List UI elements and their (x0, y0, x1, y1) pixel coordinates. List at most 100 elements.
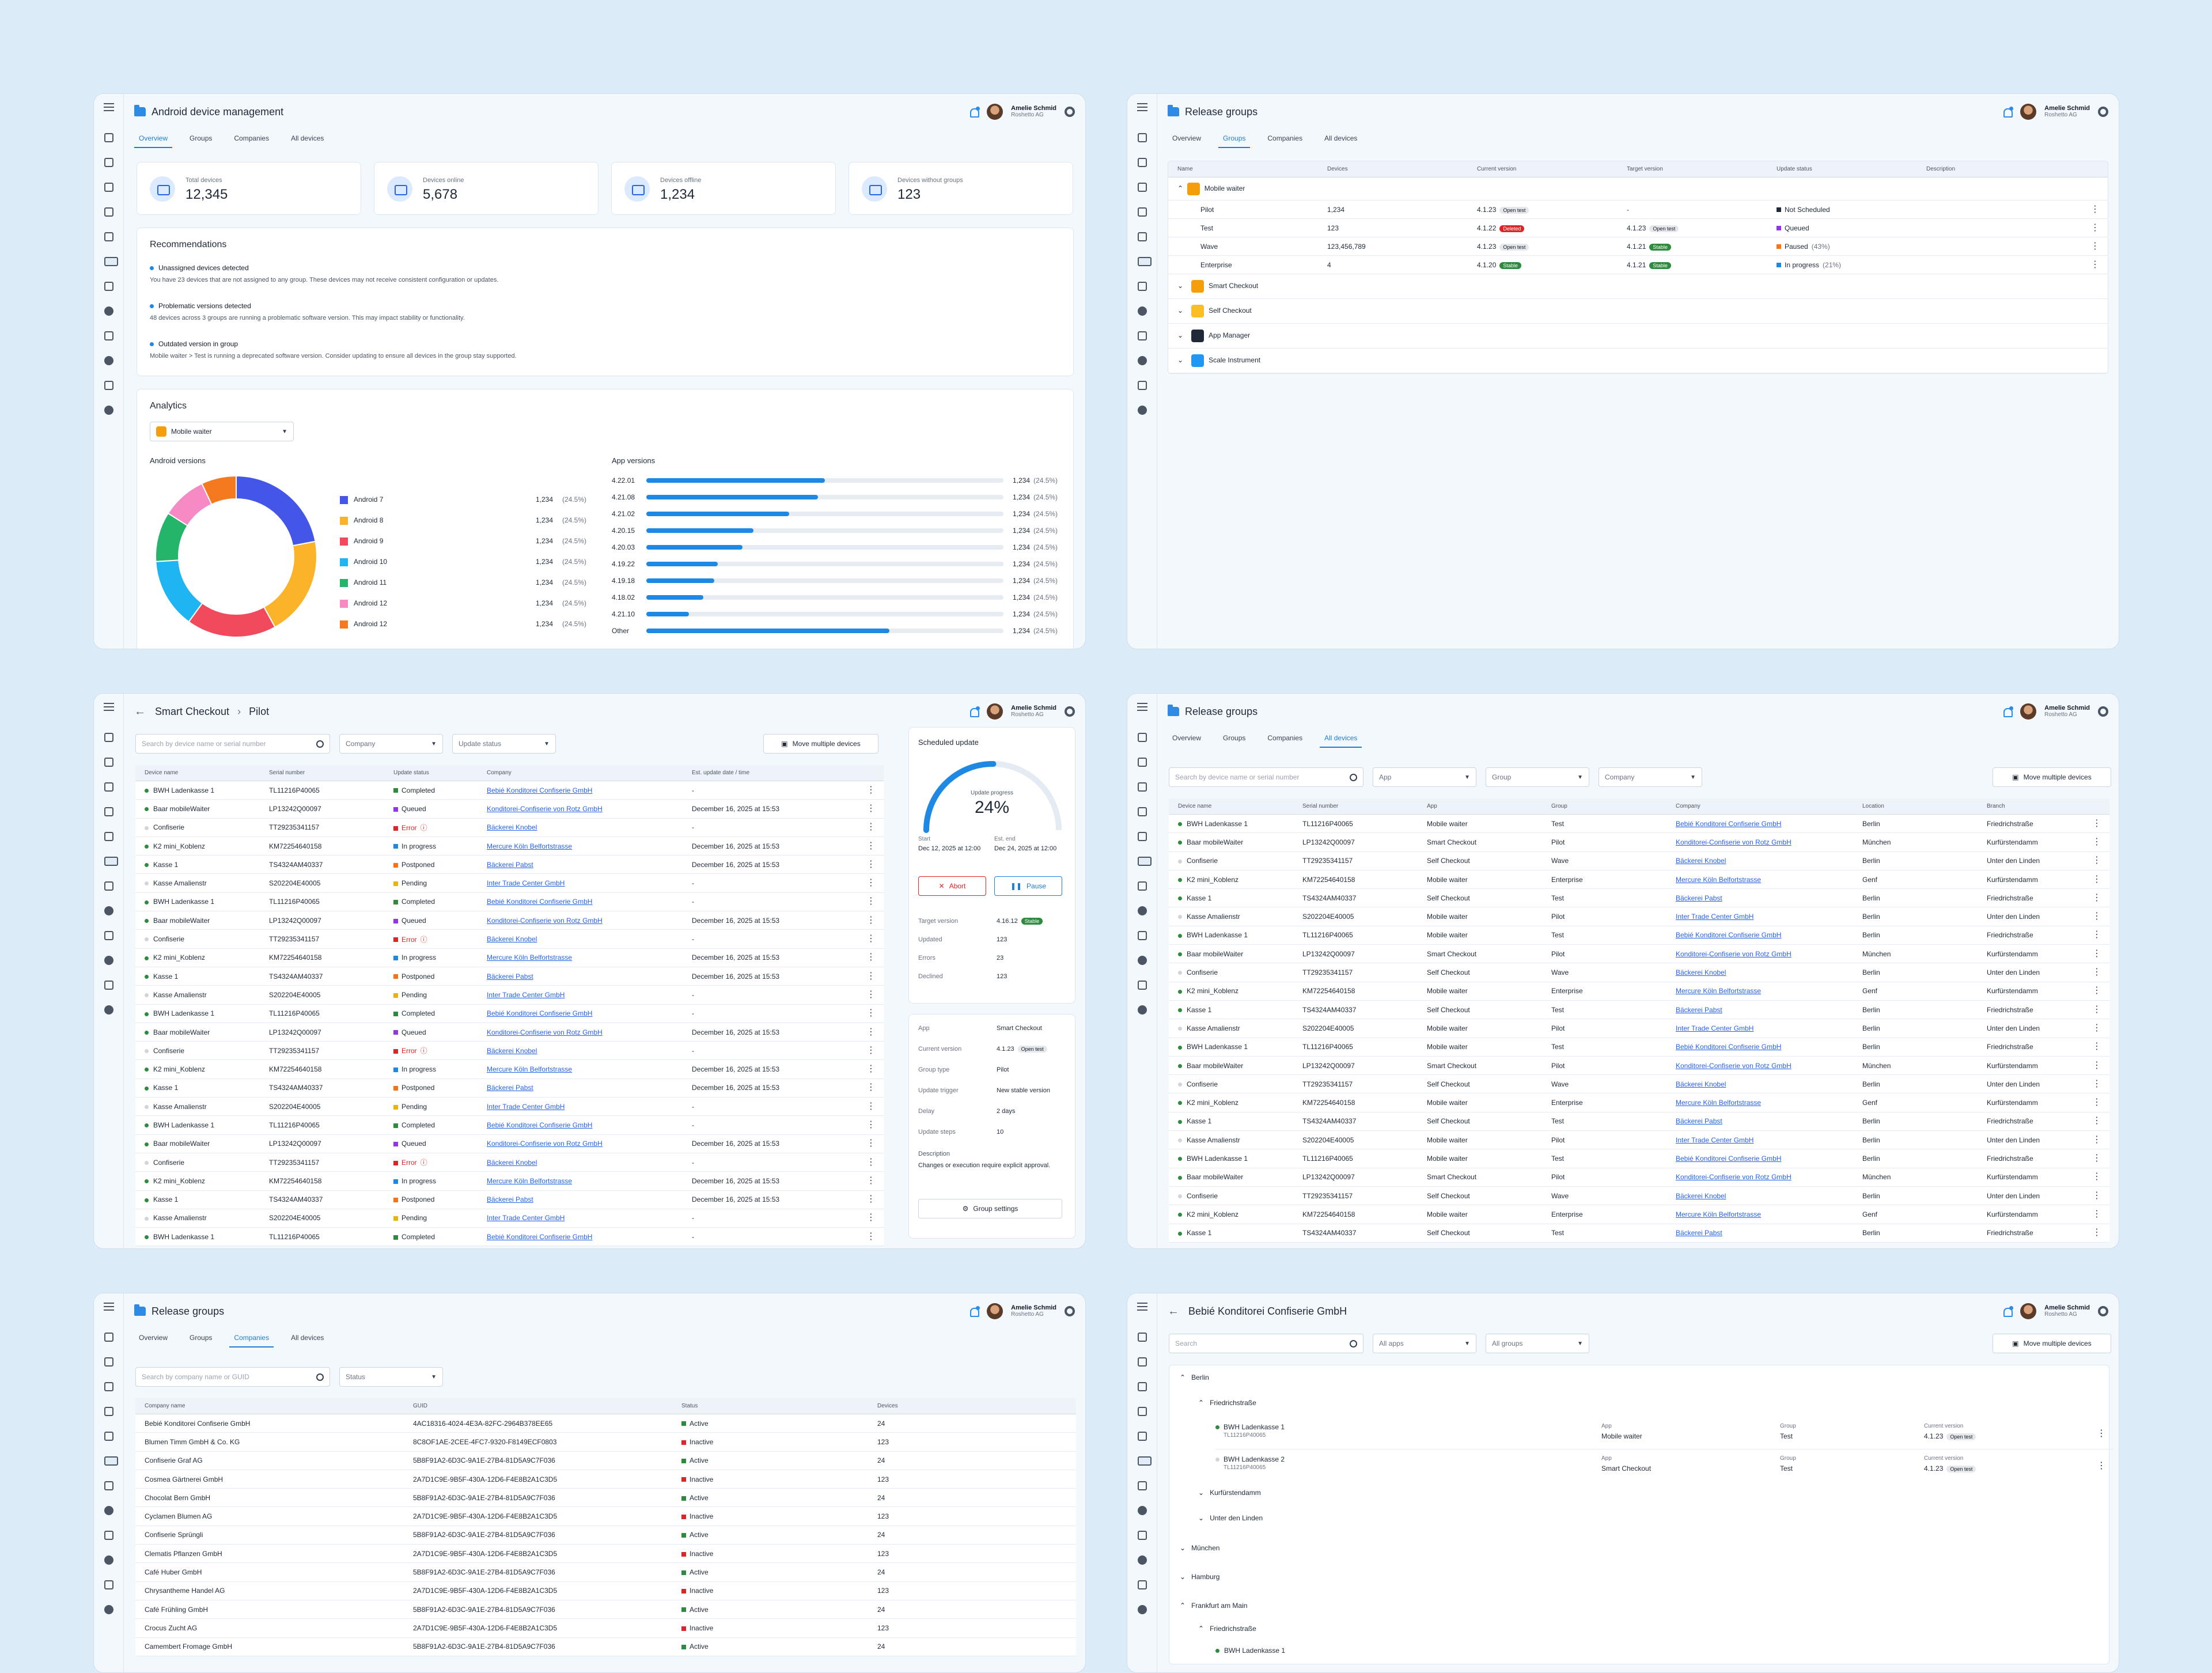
group-row[interactable]: Enterprise 4 4.1.20 Stable 4.1.21 Stable In pr… (1168, 256, 2108, 274)
table-row[interactable]: BWH Ladenkasse 1 TL11216P40065 Completed Be… (135, 892, 884, 912)
kebab-menu-icon[interactable]: ⋮ (866, 1195, 876, 1204)
table-row[interactable]: K2 mini_Koblenz KM72254640158 Mobile waite… (1169, 1205, 2109, 1224)
table-row[interactable]: Confiserie Graf AG 5B8F91A2-6D3C-9A1E-27B… (135, 1451, 1076, 1470)
kebab-menu-icon[interactable]: ⋮ (866, 1213, 876, 1222)
table-row[interactable]: BWH Ladenkasse 1 TL11216P40065 Completed Be… (135, 1116, 884, 1135)
recommendation-item[interactable]: Outdated version in group Mobile waiter >… (150, 340, 517, 359)
clipboard-icon[interactable] (1138, 1531, 1147, 1540)
company-link[interactable]: Bäckerei Pabst (1666, 1229, 1853, 1237)
menu-icon[interactable] (104, 1303, 114, 1311)
table-row[interactable]: Baar mobileWaiter LP13242Q00097 Queued Kond… (135, 800, 884, 819)
company-link[interactable]: Bäckerei Knobel (1666, 968, 1853, 976)
avatar[interactable] (987, 703, 1003, 720)
company-link[interactable]: Bebié Konditorei Confiserie GmbH (1666, 1155, 1853, 1163)
kebab-menu-icon[interactable]: ⋮ (2092, 1042, 2101, 1051)
desktop-icon[interactable] (104, 207, 113, 217)
company-link[interactable]: Konditorei-Confiserie von Rotz GmbH (478, 1028, 683, 1036)
company-filter[interactable]: Company ▼ (339, 734, 443, 754)
alert-icon[interactable] (1138, 906, 1147, 915)
kebab-menu-icon[interactable]: ⋮ (866, 1102, 876, 1111)
list-icon[interactable] (1138, 881, 1147, 891)
avatar[interactable] (987, 104, 1003, 120)
table-row[interactable]: Camembert Fromage GmbH 5B8F91A2-6D3C-9A1E… (135, 1637, 1076, 1656)
group-row-collapsed[interactable]: ⌄ Scale Instrument (1168, 349, 2108, 373)
table-row[interactable]: Confiserie TT29235341157 Error ⓘ Bäckerei Kn… (135, 1153, 884, 1172)
table-row[interactable]: Confiserie TT29235341157 Error ⓘ Bäckerei Kn… (135, 1042, 884, 1061)
company-link[interactable]: Inter Trade Center GmbH (478, 991, 683, 999)
globe-icon[interactable] (1138, 1555, 1147, 1565)
back-arrow-icon[interactable]: ← (1168, 1305, 1179, 1318)
tab-groups[interactable]: Groups (185, 131, 217, 148)
kebab-menu-icon[interactable]: ⋮ (866, 953, 876, 962)
kebab-menu-icon[interactable]: ⋮ (2092, 1228, 2101, 1237)
table-row[interactable]: Kasse 1 TS4324AM40337 Postponed Bäckerei Pa… (135, 1190, 884, 1209)
company-link[interactable]: Bebié Konditorei Confiserie GmbH (1666, 931, 1853, 939)
breadcrumb-group[interactable]: Smart Checkout (155, 706, 229, 718)
tree-street-friedrichstrasse[interactable]: ⌃ Friedrichstraße (1198, 1625, 1256, 1633)
device-search-input[interactable]: Search by device name or serial number (1169, 767, 1363, 787)
company-link[interactable]: Konditorei-Confiserie von Rotz GmbH (1666, 1062, 1853, 1070)
table-row[interactable]: Kasse Amalienstr S202204E40005 Pending Inte… (135, 1097, 884, 1116)
tablet-icon[interactable] (1138, 1432, 1147, 1441)
company-search-input[interactable]: Search by company name or GUID (135, 1367, 330, 1387)
info-icon[interactable] (104, 1005, 113, 1015)
company-link[interactable]: Inter Trade Center GmbH (478, 1103, 683, 1111)
tablet-icon[interactable] (1138, 832, 1147, 841)
company-link[interactable]: Bäckerei Knobel (1666, 1192, 1853, 1200)
table-row[interactable]: Confiserie TT29235341157 Self Checkout Wave… (1169, 1075, 2109, 1094)
search-input[interactable]: Search (1169, 1334, 1363, 1353)
kebab-menu-icon[interactable]: ⋮ (2090, 260, 2100, 269)
monitor-icon[interactable] (1138, 1333, 1147, 1342)
table-row[interactable]: K2 mini_Koblenz KM72254640158 In progress M… (135, 836, 884, 856)
briefcase-icon[interactable] (1138, 158, 1147, 167)
app-select[interactable]: Mobile waiter ▼ (150, 422, 294, 441)
company-link[interactable]: Konditorei-Confiserie von Rotz GmbH (478, 1140, 683, 1148)
group-settings-button[interactable]: ⚙ Group settings (918, 1199, 1062, 1218)
kebab-menu-icon[interactable]: ⋮ (2092, 1209, 2101, 1218)
chart-icon[interactable] (1138, 381, 1147, 390)
table-row[interactable]: BWH Ladenkasse 1 TL11216P40065 Mobile wait… (1169, 815, 2109, 834)
table-row[interactable]: Café Frühling GmbH 5B8F91A2-6D3C-9A1E-27B… (135, 1600, 1076, 1619)
kebab-menu-icon[interactable]: ⋮ (2092, 1023, 2101, 1032)
gear-icon[interactable] (1065, 1306, 1075, 1316)
folder-icon[interactable] (1138, 1456, 1152, 1466)
table-row[interactable]: Kasse 1 TS4324AM40337 Postponed Bäckerei Pa… (135, 856, 884, 875)
table-row[interactable]: Kasse Amalienstr S202204E40005 Mobile wait… (1169, 1019, 2109, 1038)
table-row[interactable]: Baar mobileWaiter LP13242Q00097 Smart Chec… (1169, 945, 2109, 964)
company-link[interactable]: Konditorei-Confiserie von Rotz GmbH (1666, 838, 1853, 846)
clipboard-icon[interactable] (104, 331, 113, 340)
alert-icon[interactable] (104, 906, 113, 915)
table-row[interactable]: Kasse 1 TS4324AM40337 Postponed Bäckerei Pa… (135, 1078, 884, 1098)
alert-icon[interactable] (104, 1506, 113, 1515)
company-filter[interactable]: Company ▼ (1599, 767, 1702, 787)
kebab-menu-icon[interactable]: ⋮ (2092, 1191, 2101, 1200)
menu-icon[interactable] (1137, 703, 1147, 711)
monitor-icon[interactable] (104, 733, 113, 742)
company-link[interactable]: Mercure Köln Belfortstrasse (1666, 1210, 1853, 1218)
table-row[interactable]: Cosmea Gärtnerei GmbH 2A7D1C9E-9B5F-430A-… (135, 1470, 1076, 1489)
pause-button[interactable]: ❚❚ Pause (994, 876, 1062, 896)
table-row[interactable]: Bebié Konditorei Confiserie GmbH 4AC18316… (135, 1414, 1076, 1433)
kebab-menu-icon[interactable]: ⋮ (866, 1083, 876, 1092)
table-row[interactable]: Blumen Timm GmbH & Co. KG 8C8OF1AE-2CEE-4… (135, 1433, 1076, 1452)
kebab-menu-icon[interactable]: ⋮ (866, 990, 876, 999)
kebab-menu-icon[interactable]: ⋮ (866, 785, 876, 794)
bell-icon[interactable] (2002, 706, 2014, 717)
kebab-menu-icon[interactable]: ⋮ (866, 1046, 876, 1055)
device-search-input[interactable]: Search by device name or serial number (135, 734, 330, 754)
table-row[interactable]: K2 mini_Koblenz KM72254640158 Mobile waite… (1169, 982, 2109, 1001)
company-link[interactable]: Inter Trade Center GmbH (1666, 1136, 1853, 1144)
group-row[interactable]: Pilot 1,234 4.1.23 Open test - Not Scheduled ⋮ (1168, 200, 2108, 219)
company-link[interactable]: Bäckerei Knobel (1666, 1080, 1853, 1088)
company-link[interactable]: Inter Trade Center GmbH (478, 879, 683, 887)
kebab-menu-icon[interactable]: ⋮ (866, 1176, 876, 1185)
company-link[interactable]: Konditorei-Confiserie von Rotz GmbH (1666, 950, 1853, 958)
company-link[interactable]: Konditorei-Confiserie von Rotz GmbH (478, 805, 683, 813)
move-multiple-devices-button[interactable]: ▣ Move multiple devices (1993, 767, 2111, 787)
app-filter[interactable]: App ▼ (1373, 767, 1476, 787)
company-link[interactable]: Bebié Konditorei Confiserie GmbH (478, 898, 683, 906)
status-filter[interactable]: Status ▼ (339, 1367, 443, 1387)
company-link[interactable]: Bäckerei Pabst (478, 861, 683, 869)
company-link[interactable]: Bebié Konditorei Confiserie GmbH (1666, 1043, 1853, 1051)
phone-icon[interactable] (104, 183, 113, 192)
